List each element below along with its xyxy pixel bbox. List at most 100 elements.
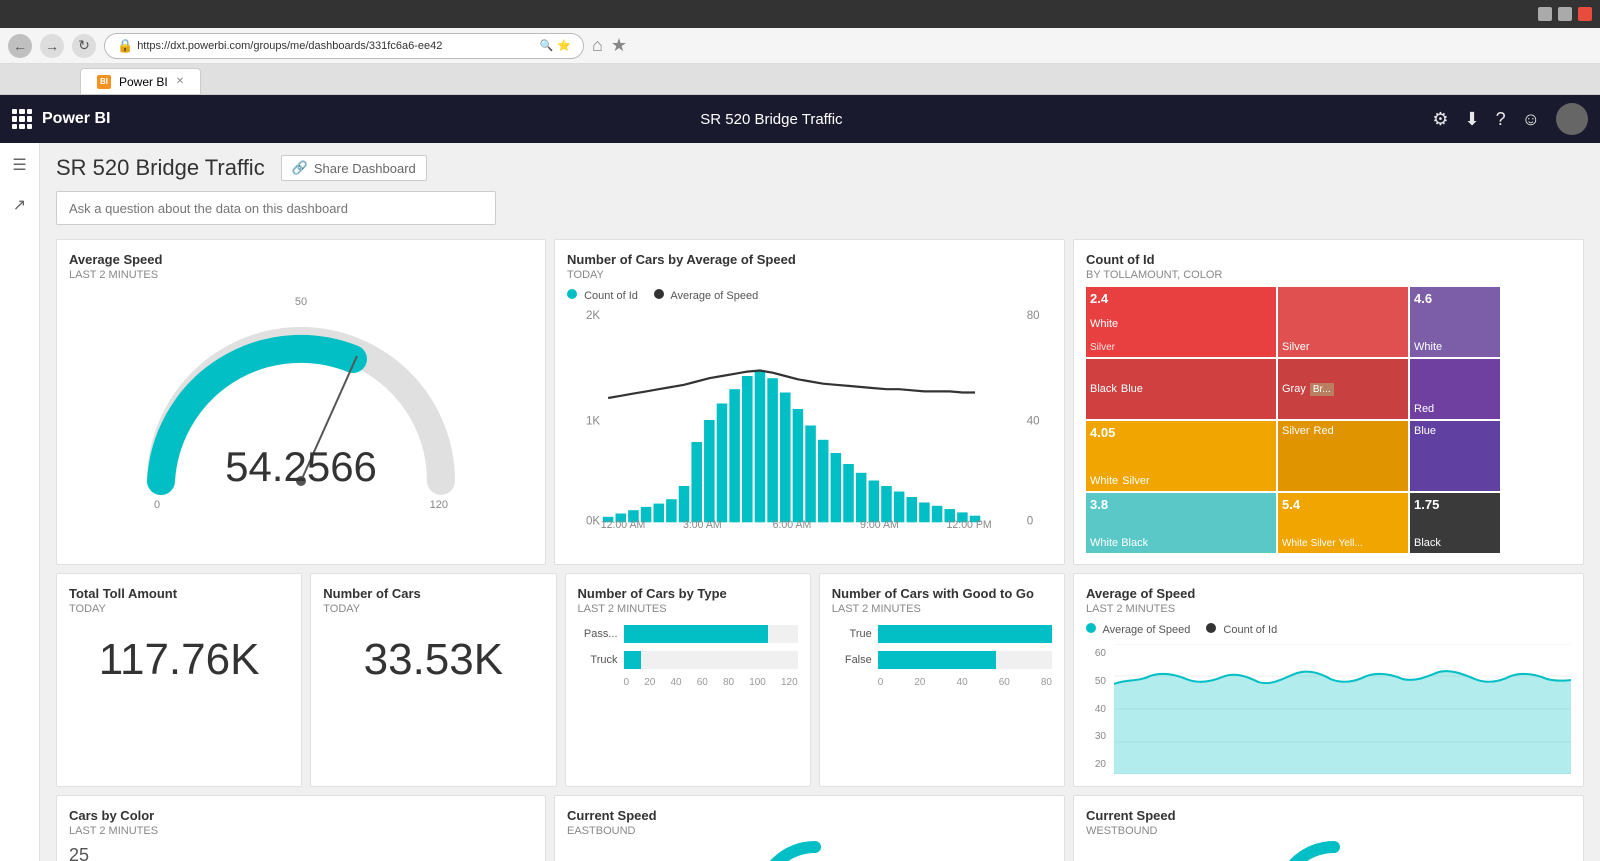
treemap-cell-10[interactable]: 3.8 White Black <box>1086 493 1276 553</box>
treemap-labels-11: White Silver Yell... <box>1282 538 1404 549</box>
treemap-val-3: 4.6 <box>1414 291 1496 306</box>
app-header: Power BI SR 520 Bridge Traffic ⚙ ⬇ ? ☺ <box>0 95 1600 143</box>
legend-dot-count <box>567 289 577 299</box>
share-dashboard-button[interactable]: 🔗 Share Dashboard <box>281 155 427 181</box>
legend-dot-count-2 <box>1206 623 1216 633</box>
total-toll-value: 117.76K <box>69 615 289 695</box>
app-logo-area: Power BI <box>12 109 110 129</box>
avg-speed-subtitle: LAST 2 MINUTES <box>69 269 533 281</box>
grid-dot <box>19 124 24 129</box>
current-speed-wb-subtitle: WESTBOUND <box>1086 825 1571 837</box>
bookmarks-icon[interactable]: ★ <box>611 35 627 56</box>
truck-bar-row: Truck <box>578 651 798 669</box>
truck-track <box>624 651 798 669</box>
treemap-label-12: Black <box>1414 537 1496 549</box>
grid-dot <box>12 124 17 129</box>
bar-chart-wrapper: 2K 1K 0K 80 40 0 <box>567 310 1052 530</box>
true-label: True <box>832 628 872 640</box>
treemap-label-red-8: Red <box>1314 425 1334 437</box>
forward-button[interactable]: → <box>40 34 64 58</box>
treemap-label-3: White <box>1414 341 1496 353</box>
settings-icon[interactable]: ⚙ <box>1432 109 1448 130</box>
grid-dot <box>27 109 32 114</box>
treemap-cell-6[interactable]: Red <box>1410 359 1500 419</box>
treemap-cell-8[interactable]: Silver Red <box>1278 421 1408 491</box>
app-grid-icon[interactable] <box>12 109 32 129</box>
treemap-cell-5[interactable]: Gray Br... <box>1278 359 1408 419</box>
avg-speed-title: Average Speed <box>69 252 533 267</box>
y-30: 30 <box>1086 731 1106 742</box>
current-speed-wb-title: Current Speed <box>1086 808 1571 823</box>
minimize-button[interactable] <box>1538 7 1552 21</box>
user-avatar[interactable] <box>1556 103 1588 135</box>
qa-input[interactable] <box>56 191 496 225</box>
tab-close-button[interactable]: ✕ <box>176 76 184 87</box>
eb-gauge-svg: 50 <box>750 837 870 861</box>
axis-80: 80 <box>723 677 734 688</box>
false-track <box>878 651 1052 669</box>
close-button[interactable] <box>1578 7 1592 21</box>
treemap-cell-7[interactable]: 4.05 White Silver <box>1086 421 1276 491</box>
treemap-label-blue: Blue <box>1121 383 1143 395</box>
treemap-cell-11[interactable]: 5.4 White Silver Yell... <box>1278 493 1408 553</box>
y-50: 50 <box>1086 676 1106 687</box>
treemap-cell-9[interactable]: Blue <box>1410 421 1500 491</box>
gauge-number: 54.2566 <box>225 443 377 490</box>
cars-color-subtitle: LAST 2 MINUTES <box>69 825 533 837</box>
total-toll-title: Total Toll Amount <box>69 586 289 601</box>
svg-text:2K: 2K <box>586 310 600 322</box>
legend-count: Count of Id <box>1206 623 1277 636</box>
grid-dot <box>19 109 24 114</box>
treemap-cell-3[interactable]: 4.6 White <box>1410 287 1500 357</box>
treemap-label-2: Silver <box>1282 341 1404 353</box>
false-fill <box>878 651 996 669</box>
axis-20: 20 <box>644 677 655 688</box>
share-label: Share Dashboard <box>314 161 416 176</box>
maximize-button[interactable] <box>1558 7 1572 21</box>
small-card-row: Total Toll Amount TODAY 117.76K Number o… <box>56 573 1065 787</box>
treemap-label-black: Black <box>1090 383 1117 395</box>
axis-60: 60 <box>697 677 708 688</box>
cars-by-avg-speed-card: Number of Cars by Average of Speed TODAY… <box>554 239 1065 565</box>
tab-favicon: BI <box>97 75 111 89</box>
svg-text:0K: 0K <box>586 513 600 527</box>
grid-dot <box>12 109 17 114</box>
url-text: https://dxt.powerbi.com/groups/me/dashbo… <box>137 40 535 52</box>
back-button[interactable]: ← <box>8 34 32 58</box>
avg-speed-line-title: Average of Speed <box>1086 586 1571 601</box>
truck-label: Truck <box>578 654 618 666</box>
treemap-grid: 2.4 White Silver Silver 4.6 White <box>1086 287 1571 552</box>
treemap-labels-8: Silver Red <box>1282 425 1404 437</box>
treemap-val-1: 2.4 <box>1090 291 1272 306</box>
treemap-cell-1[interactable]: 2.4 White Silver <box>1086 287 1276 357</box>
treemap-label-white-1: White <box>1090 318 1272 330</box>
address-bar[interactable]: 🔒 https://dxt.powerbi.com/groups/me/dash… <box>104 33 584 59</box>
sidebar-menu-icon[interactable]: ☰ <box>8 151 30 179</box>
type-axis: 0 20 40 60 80 100 120 <box>578 677 798 688</box>
treemap-cell-12[interactable]: 1.75 Black <box>1410 493 1500 553</box>
treemap-cell-2[interactable]: Silver <box>1278 287 1408 357</box>
grid-dot <box>27 124 32 129</box>
treemap-cell-4[interactable]: Black Blue <box>1086 359 1276 419</box>
gtg-axis-80: 80 <box>1041 677 1052 688</box>
grid-dot <box>19 116 24 121</box>
help-icon[interactable]: ? <box>1496 109 1506 130</box>
cars-gtg-title: Number of Cars with Good to Go <box>832 586 1052 601</box>
cars-color-title: Cars by Color <box>69 808 533 823</box>
home-icon[interactable]: ⌂ <box>592 35 603 56</box>
feedback-icon[interactable]: ☺ <box>1522 109 1540 130</box>
axis-120: 120 <box>781 677 798 688</box>
tab-title: Power BI <box>119 75 168 89</box>
gauge-container: 54.2566 0 50 120 <box>69 281 533 521</box>
cars-by-type-card: Number of Cars by Type LAST 2 MINUTES Pa… <box>565 573 811 787</box>
avg-speed-svg <box>1114 644 1571 774</box>
axis-100: 100 <box>749 677 766 688</box>
active-tab[interactable]: BI Power BI ✕ <box>80 68 201 94</box>
treemap-val-11: 5.4 <box>1282 497 1404 512</box>
sidebar-arrow-icon[interactable]: ↗ <box>9 191 30 219</box>
num-cars-title: Number of Cars <box>323 586 543 601</box>
refresh-button[interactable]: ↻ <box>72 34 96 58</box>
download-icon[interactable]: ⬇ <box>1465 109 1480 130</box>
treemap-labels-7: White Silver <box>1090 475 1272 487</box>
treemap-label-silver-7: Silver <box>1122 475 1150 487</box>
